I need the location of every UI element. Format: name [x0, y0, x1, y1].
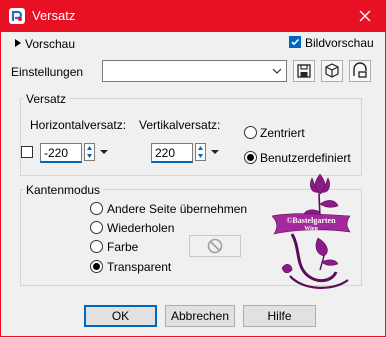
watermark-text-2: Wien [304, 226, 318, 232]
link-checkbox[interactable] [21, 146, 33, 158]
expand-arrow-icon[interactable] [15, 39, 21, 47]
transparent-radio[interactable] [90, 260, 103, 273]
vertikal-dropdown-icon[interactable] [210, 147, 220, 157]
save-preset-button[interactable] [293, 60, 315, 82]
no-color-icon [207, 238, 223, 254]
andere-seite-label: Andere Seite übernehmen [107, 202, 248, 216]
bildvorschau-checkbox[interactable] [289, 36, 301, 48]
cube-icon [325, 63, 339, 78]
benutzerdefiniert-label: Benutzerdefiniert [260, 151, 351, 165]
vorschau-toggle[interactable]: Vorschau [25, 37, 75, 51]
close-icon[interactable] [346, 2, 384, 30]
vertikal-label: Vertikalversatz: [139, 118, 221, 132]
chevron-down-icon [272, 68, 282, 74]
wiederholen-label: Wiederholen [107, 221, 175, 235]
bildvorschau-label: Bildvorschau [305, 36, 374, 50]
cancel-button[interactable]: Abbrechen [165, 305, 235, 327]
vertikal-spinner-icon[interactable] [195, 143, 211, 161]
horizontal-dropdown-icon[interactable] [99, 147, 109, 157]
horizontal-value: -220 [44, 146, 69, 160]
watermark-logo: ©Bastelgarten Wien [271, 173, 351, 289]
save-icon [297, 64, 311, 78]
einstellungen-label: Einstellungen [11, 65, 84, 79]
farbe-label: Farbe [107, 240, 139, 254]
preset-manager-icon [353, 62, 367, 78]
window-title: Versatz [32, 8, 76, 23]
vertikal-value: 220 [155, 146, 176, 160]
zentriert-radio[interactable] [244, 126, 257, 139]
farbe-radio[interactable] [90, 240, 103, 253]
horizontal-input[interactable]: -220 [40, 143, 82, 163]
horizontal-label: Horizontalversatz: [30, 118, 127, 132]
kantenmodus-group-label: Kantenmodus [23, 183, 104, 197]
wiederholen-radio[interactable] [90, 221, 103, 234]
zentriert-label: Zentriert [260, 126, 305, 140]
help-button[interactable]: Hilfe [243, 305, 316, 327]
preset-manager-button[interactable] [349, 60, 371, 82]
checkmark-icon [291, 38, 300, 46]
app-icon [9, 8, 25, 24]
andere-seite-radio[interactable] [90, 202, 103, 215]
reset-preset-button[interactable] [321, 60, 343, 82]
transparent-label: Transparent [107, 260, 172, 274]
watermark-text-1: ©Bastelgarten [286, 216, 336, 225]
versatz-group-label: Versatz [23, 92, 70, 106]
vertikal-input[interactable]: 220 [151, 143, 193, 163]
einstellungen-dropdown[interactable] [102, 60, 287, 82]
benutzerdefiniert-radio[interactable] [244, 151, 257, 164]
horizontal-spinner-icon[interactable] [84, 143, 100, 161]
ok-button[interactable]: OK [84, 305, 157, 327]
color-swatch-disabled [189, 235, 241, 257]
